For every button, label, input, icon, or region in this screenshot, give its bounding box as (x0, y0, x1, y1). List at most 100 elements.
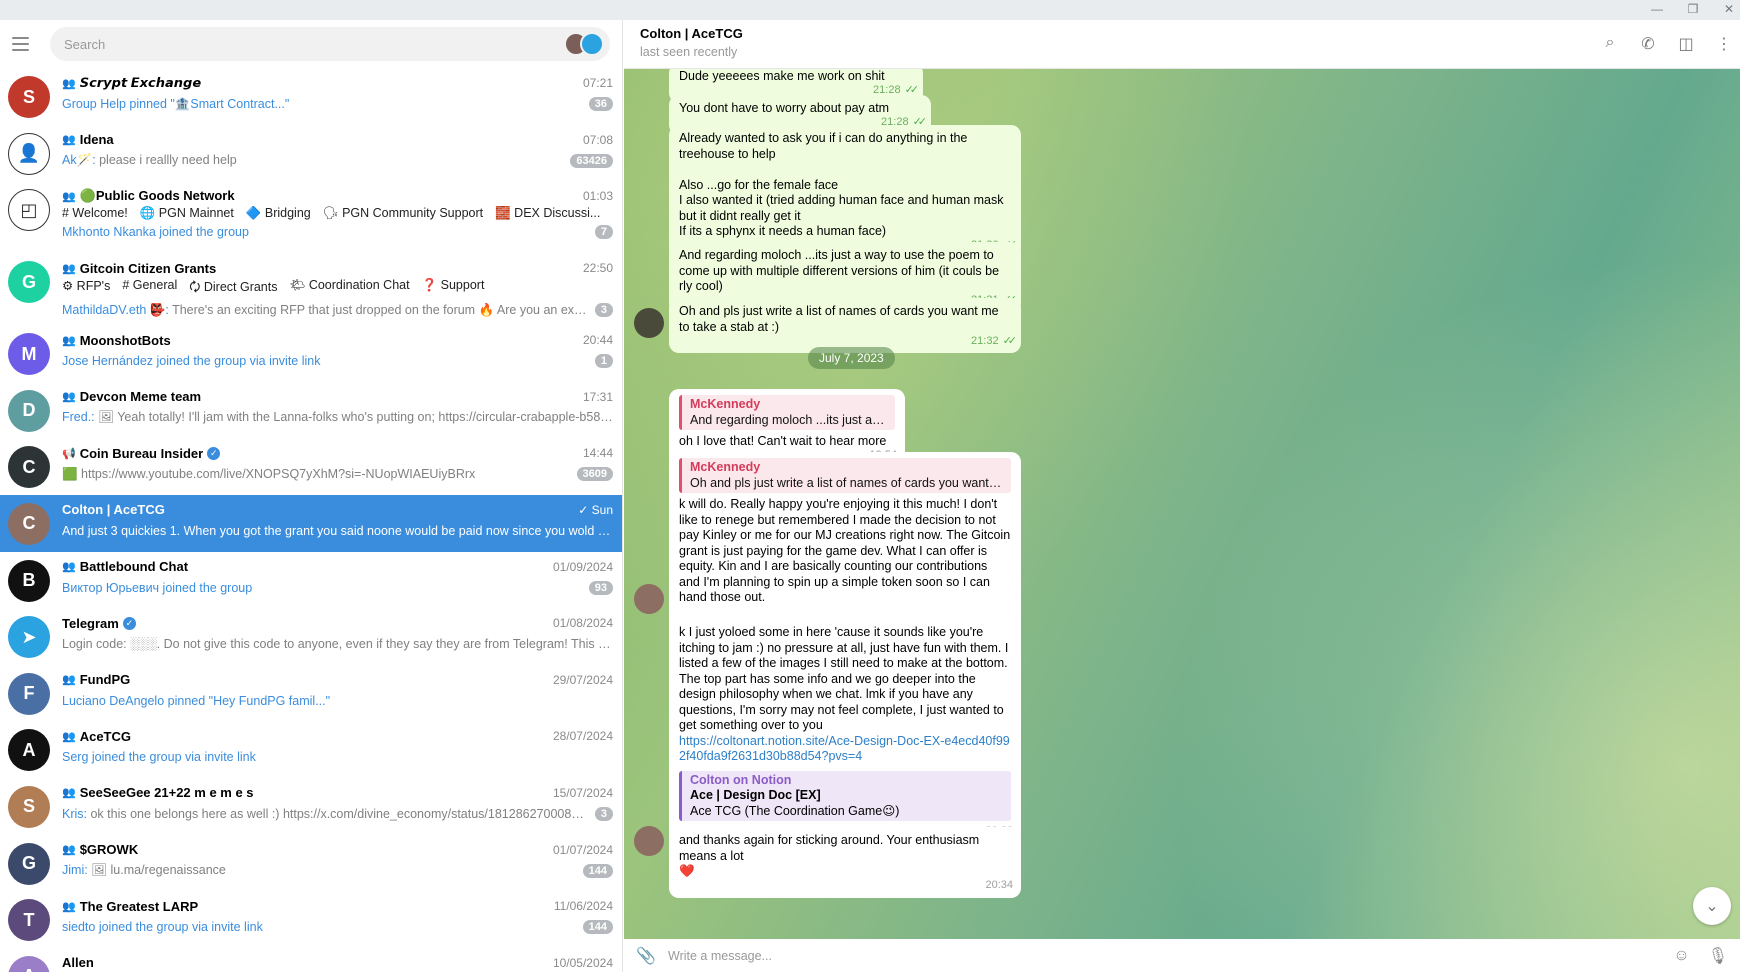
chat-time: 07:21 (582, 76, 613, 90)
chat-row-bottom: Fred.: 🖼 Yeah totally! I'll jam with the… (62, 407, 613, 429)
restore-icon[interactable]: ❐ (1686, 2, 1700, 16)
chat-name: 👥 Battlebound Chat (62, 559, 545, 574)
chat-info: 👥 Battlebound Chat 01/09/2024 Виктор Юрьеви… (62, 557, 613, 609)
phone-icon[interactable]: ✆ (1640, 34, 1656, 54)
preview-text: Mkhonto Nkanka joined the group (62, 225, 249, 240)
topic-item[interactable]: 🌐 PGN Mainnet (140, 206, 234, 221)
topic-item[interactable]: 🗣 PGN Community Support (323, 206, 483, 221)
chat-time: 17:31 (582, 389, 613, 404)
chat-item[interactable]: D 👥 Devcon Meme team 17:31 Fred.: 🖼 Yeah tot… (0, 382, 622, 439)
avatar: G (8, 842, 50, 885)
chat-preview: Mkhonto Nkanka joined the group (62, 225, 587, 239)
more-icon[interactable]: ⋮ (1716, 34, 1732, 54)
chat-name: Colton | AceTCG (62, 502, 570, 517)
message-input[interactable]: Write a message... (660, 949, 1655, 963)
chat-item[interactable]: G 👥 Gitcoin Citizen Grants 22:50 ⚙ RFP's # Ge… (0, 253, 622, 325)
topic-item[interactable]: ⚙ RFP's (62, 278, 110, 299)
sender-avatar[interactable] (634, 308, 664, 338)
preview-text: Luciano DeAngelo pinned "Hey FundPG fami… (62, 693, 331, 708)
avatar: G (8, 261, 50, 304)
chat-info: Telegram ✓ 01/08/2024 Login code: ░░░. Do n… (62, 613, 613, 665)
topic-item[interactable]: 🔷 Bridging (246, 206, 311, 221)
message-bubble[interactable]: and thanks again for sticking around. Yo… (669, 827, 1021, 898)
chat-row-top: 👥 Idena 07:08 (62, 130, 613, 150)
preview-sender: Jimi: (62, 863, 88, 878)
message-bubble[interactable]: Oh and pls just write a list of names of… (669, 298, 1021, 353)
scroll-down-icon[interactable]: ⌄ (1693, 887, 1731, 925)
chat-background: Dude yeeeees make me work on shit 21:28 ✓✓… (624, 69, 1740, 939)
avatar: C (8, 502, 50, 545)
avatar: M (8, 333, 50, 376)
chat-item[interactable]: 👤 👥 Idena 07:08 Ak🪄: please i reallly need h… (0, 125, 622, 182)
chat-name-text: AceTCG (79, 728, 131, 744)
link-preview[interactable]: Colton on Notion Ace | Design Doc [EX] Ace… (679, 770, 1011, 821)
avatar: A (8, 729, 50, 772)
telegram-icon[interactable] (580, 32, 604, 56)
emoji-icon[interactable]: ☺ (1673, 947, 1689, 965)
chat-list: S 👥 𝙎𝙘𝙧𝙮𝙥𝙩 𝙀𝙭𝙘𝙝𝙖𝙣𝙜𝙚 07:21 Group Help pinned … (0, 68, 622, 972)
chat-item[interactable]: G 👥 $GROWK 01/07/2024 Jimi: 🖼 lu.ma/regenais… (0, 835, 622, 892)
chat-item[interactable]: S 👥 𝙎𝙘𝙧𝙮𝙥𝙩 𝙀𝙭𝙘𝙝𝙖𝙣𝙜𝙚 07:21 Group Help pinned … (0, 68, 622, 125)
chat-preview: Login code: ░░░. Do not give this code t… (62, 637, 613, 651)
message-bubble[interactable]: k I just yoloed some in here 'cause it s… (669, 619, 1021, 843)
avatar: T (8, 899, 50, 942)
message-bubble[interactable]: Already wanted to ask you if i can do an… (669, 125, 1021, 258)
chat-row-bottom: MathildaDV.eth 👺: There's an exciting RF… (62, 299, 613, 321)
chat-row-top: 👥 MoonshotBots 20:44 (62, 330, 613, 350)
reply-text: Oh and pls just write a list of names of… (690, 475, 1003, 490)
sidebar-toggle-icon[interactable]: ◫ (1678, 34, 1694, 54)
close-icon[interactable]: ✕ (1722, 2, 1736, 16)
menu-icon[interactable] (12, 32, 36, 56)
chat-item[interactable]: M 👥 MoonshotBots 20:44 Jose Hernández joined… (0, 325, 622, 382)
topic-item[interactable]: 🌤 Coordination Chat (289, 278, 409, 299)
chat-item[interactable]: ➤ Telegram ✓ 01/08/2024 Login code: ░░░. Do … (0, 608, 622, 665)
microphone-icon[interactable]: 🎙 (1708, 946, 1728, 966)
message-text: And regarding moloch ...its just a way t… (679, 248, 1003, 293)
chat-row-top: 👥 Devcon Meme team 17:31 (62, 387, 613, 407)
chat-row-top: 👥 Battlebound Chat 01/09/2024 (62, 557, 613, 577)
reply-quote[interactable]: McKennedy Oh and pls just write a list of… (679, 458, 1011, 493)
sender-avatar[interactable] (634, 826, 664, 856)
heart-emoji: ❤️ (679, 864, 695, 878)
topic-item[interactable]: # Welcome! (62, 206, 128, 221)
chat-item[interactable]: T 👥 The Greatest LARP 11/06/2024 siedto join… (0, 891, 622, 948)
chat-name-text: Gitcoin Citizen Grants (79, 260, 217, 276)
reply-quote[interactable]: McKennedy And regarding moloch ...its jus… (679, 395, 895, 430)
account-avatars[interactable] (564, 32, 604, 56)
avatar: S (8, 785, 50, 828)
chat-item[interactable]: C Colton | AceTCG ✓ Sun And just 3 quickies… (0, 494, 622, 552)
chat-item[interactable]: S 👥 SeeSeeGee 21+22 m e m e s 15/07/2024 Kri… (0, 778, 622, 835)
chat-header[interactable]: Colton | AceTCG last seen recently ⌕ ✆ ◫… (624, 20, 1740, 69)
search-input[interactable]: Search (50, 27, 610, 61)
chat-info: 👥 🟢Public Goods Network 01:03 # Welcome! 🌐 P… (62, 186, 613, 253)
chat-item[interactable]: A 👥 AceTCG 28/07/2024 Serg joined the group … (0, 721, 622, 778)
message-area[interactable]: Dude yeeeees make me work on shit 21:28 ✓✓… (624, 69, 1740, 939)
chat-item[interactable]: ◰ 👥 🟢Public Goods Network 01:03 # Welcome! 🌐 … (0, 181, 622, 253)
topic-item[interactable]: 🗘 Direct Grants (189, 278, 277, 299)
minimize-icon[interactable]: — (1650, 2, 1664, 16)
preview-text: There's an exciting RFP that just droppe… (168, 302, 587, 317)
chat-item[interactable]: C 📢 Coin Bureau Insider ✓ 14:44 🟩 https://www… (0, 438, 622, 495)
preview-text: Login code: ░░░. Do not give this code t… (62, 637, 613, 652)
chat-time: 15/07/2024 (552, 785, 613, 800)
chat-name-text: Colton | AceTCG (62, 502, 165, 518)
topic-item[interactable]: ❓ Support (422, 278, 485, 299)
topic-item[interactable]: # General (122, 278, 177, 299)
chat-name: 👥 SeeSeeGee 21+22 m e m e s (62, 785, 545, 800)
attach-icon[interactable]: 📎 (636, 946, 660, 966)
chat-row-bottom: Group Help pinned "🏦Smart Contract..." 36 (62, 93, 613, 115)
verified-icon: ✓ (207, 446, 221, 460)
search-icon[interactable]: ⌕ (1602, 34, 1618, 54)
topic-item[interactable]: 🧱 DEX Discussi... (495, 206, 600, 221)
chat-preview: Group Help pinned "🏦Smart Contract..." (62, 97, 581, 112)
chat-item[interactable]: A Allen 10/05/2024 (0, 948, 622, 972)
chat-item[interactable]: B 👥 Battlebound Chat 01/09/2024 Виктор Юрьев… (0, 552, 622, 609)
link-preview-title: Ace | Design Doc [EX] (690, 788, 821, 802)
chat-item[interactable]: F 👥 FundPG 29/07/2024 Luciano DeAngelo pinne… (0, 665, 622, 722)
chat-info: 📢 Coin Bureau Insider ✓ 14:44 🟩 https://www.… (62, 443, 613, 495)
message-link[interactable]: https://coltonart.notion.site/Ace-Design… (679, 734, 1011, 765)
chat-row-bottom: Mkhonto Nkanka joined the group 7 (62, 221, 613, 243)
chat-preview: And just 3 quickies 1. When you got the … (62, 524, 613, 538)
sender-avatar[interactable] (634, 584, 664, 614)
chat-row-bottom: Login code: ░░░. Do not give this code t… (62, 633, 613, 655)
